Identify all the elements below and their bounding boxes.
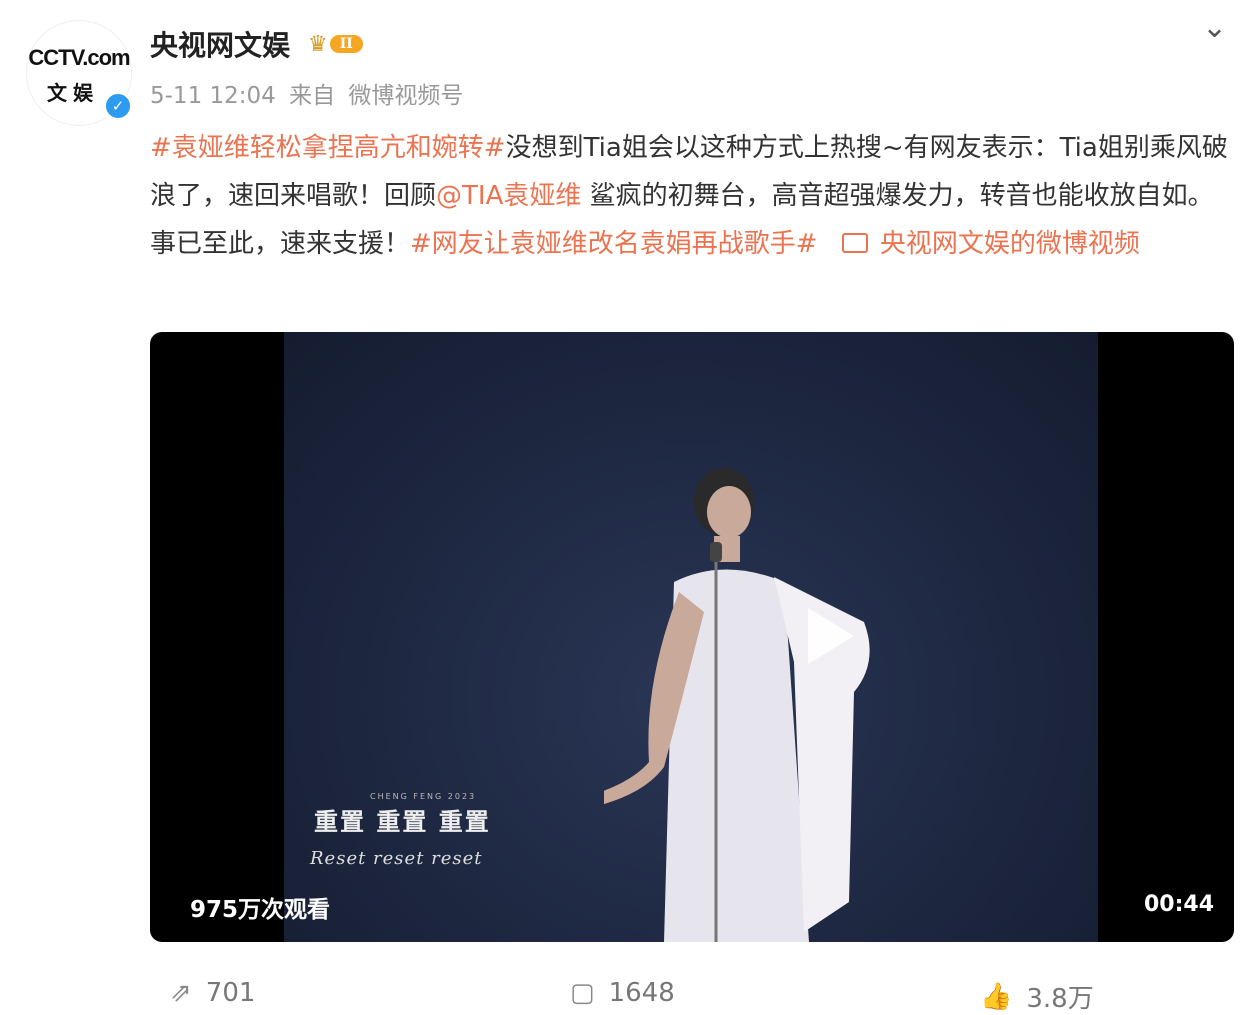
comment-button[interactable]: ▢ 1648 [570,978,675,1008]
thumbs-up-icon: 👍 [980,981,1013,1012]
video-frame: CHENG FENG 2023 重置 重置 重置 Reset reset res… [284,332,1098,942]
verified-badge-icon: ✓ [104,92,132,120]
video-player[interactable]: CHENG FENG 2023 重置 重置 重置 Reset reset res… [150,332,1234,942]
share-count: 701 [205,978,256,1008]
like-button[interactable]: 👍 3.8万 [980,978,1094,1015]
hashtag-link-2[interactable]: #网友让袁娅维改名袁娟再战歌手# [410,229,818,259]
vip-level: II [329,35,363,53]
performer-image [604,468,870,942]
crown-icon: ♛ [308,31,328,57]
video-link-label: 央视网文娱的微博视频 [871,229,1140,259]
video-link-icon [841,233,868,253]
cctv-logo-text: CCTV.com [28,45,130,70]
subtitle-english: Reset reset reset [310,848,483,869]
share-icon: ⇗ [170,978,192,1008]
action-bar: ⇗ 701 ▢ 1648 👍 3.8万 [150,978,1232,1014]
post-source[interactable]: 微博视频号 [348,83,463,109]
view-count: 975万次观看 [190,897,331,923]
post-text: #袁娅维轻松拿捏高亢和婉转#没想到Tia姐会以这种方式上热搜~有网友表示：Tia… [150,124,1232,268]
source-prefix: 来自 [289,83,336,109]
post-time[interactable]: 5-11 12:04 [150,83,276,109]
comment-count: 1648 [608,978,675,1008]
caption-small-text: CHENG FENG 2023 [370,792,477,801]
vip-badge[interactable]: ♛ II [308,30,363,58]
video-link[interactable]: 央视网文娱的微博视频 [818,229,1140,259]
mention-link[interactable]: @TIA袁娅维 [436,181,581,211]
subtitle-chinese: 重置 重置 重置 [314,807,491,836]
video-duration: 00:44 [1143,892,1214,917]
hashtag-link[interactable]: #袁娅维轻松拿捏高亢和婉转# [150,133,506,163]
share-button[interactable]: ⇗ 701 [170,978,255,1008]
post-meta: 5-11 12:04 来自 微博视频号 [150,76,463,110]
comment-icon: ▢ [570,978,595,1008]
play-button-icon[interactable] [790,600,862,672]
chevron-down-icon[interactable]: ⌄ [1202,10,1227,45]
account-name[interactable]: 央视网文娱 [150,24,290,64]
like-count: 3.8万 [1026,984,1094,1014]
